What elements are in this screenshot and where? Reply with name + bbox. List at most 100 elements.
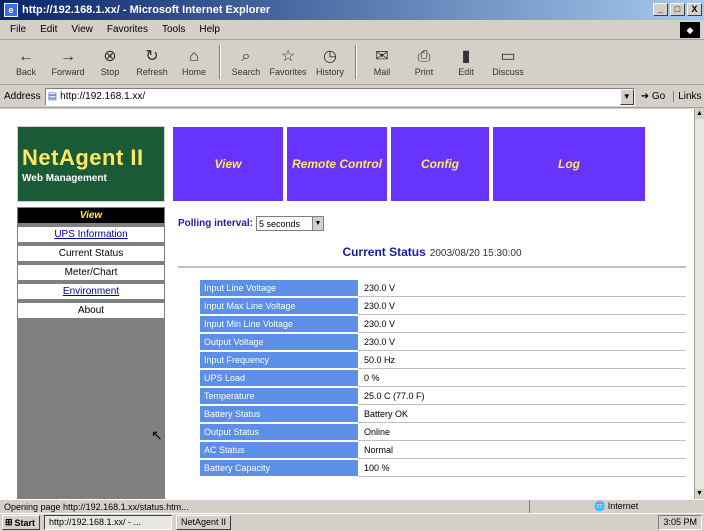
left-nav-panel: View UPS Information Current Status Mete… xyxy=(17,207,165,499)
toolbar-separator xyxy=(219,45,221,79)
scroll-up-icon[interactable]: ▲ xyxy=(695,109,704,119)
forward-button[interactable]: → Forward xyxy=(48,41,88,83)
divider xyxy=(178,266,686,268)
topnav-view[interactable]: View xyxy=(172,126,284,202)
menu-help[interactable]: Help xyxy=(199,24,220,35)
leftnav-ups-information[interactable]: UPS Information xyxy=(17,226,165,243)
vertical-scrollbar[interactable]: ▲ ▼ xyxy=(694,109,704,499)
leftnav-current-status[interactable]: Current Status xyxy=(17,245,165,262)
row-value: 230.0 V xyxy=(358,298,686,315)
system-tray-clock: 3:05 PM xyxy=(658,515,702,530)
title-bar: e http://192.168.1.xx/ - Microsoft Inter… xyxy=(0,0,704,20)
status-bar: Opening page http://192.168.1.xx/status.… xyxy=(0,499,704,514)
internet-zone: 🌐 Internet xyxy=(594,501,639,511)
row-label: Output Status xyxy=(200,424,358,441)
page-content: NetAgent II Web Management View Remote C… xyxy=(0,109,694,499)
row-label: Input Line Voltage xyxy=(200,280,358,297)
taskbar-ie-window[interactable]: http://192.168.1.xx/ - ... xyxy=(44,515,172,530)
row-label: Output Voltage xyxy=(200,334,358,351)
search-button[interactable]: ⌕ Search xyxy=(226,41,266,83)
taskbar-netagent-window[interactable]: NetAgent II xyxy=(176,515,232,530)
table-row: Input Min Line Voltage 230.0 V xyxy=(200,316,686,333)
table-row: Output Voltage 230.0 V xyxy=(200,334,686,351)
back-button[interactable]: ← Back xyxy=(6,41,46,83)
table-row: Battery Capacity 100 % xyxy=(200,460,686,477)
row-label: Battery Status xyxy=(200,406,358,423)
table-row: Input Line Voltage 230.0 V xyxy=(200,280,686,297)
menu-tools[interactable]: Tools xyxy=(162,24,185,35)
home-icon: ⌂ xyxy=(189,48,199,65)
scroll-down-icon[interactable]: ▼ xyxy=(695,489,704,499)
stop-icon: ⊗ xyxy=(103,48,117,65)
table-row: UPS Load 0 % xyxy=(200,370,686,387)
mail-icon: ✉ xyxy=(375,48,389,65)
row-value: 50.0 Hz xyxy=(358,352,686,369)
row-value: Online xyxy=(358,424,686,441)
leftnav-about[interactable]: About xyxy=(17,302,165,319)
row-value: 230.0 V xyxy=(358,280,686,297)
print-icon: ⎙ xyxy=(417,48,431,65)
status-title: Current Status xyxy=(342,245,426,259)
row-value: 0 % xyxy=(358,370,686,387)
favorites-button[interactable]: ☆ Favorites xyxy=(268,41,308,83)
print-button[interactable]: ⎙ Print xyxy=(404,41,444,83)
menu-file[interactable]: File xyxy=(10,24,26,35)
topnav-config[interactable]: Config xyxy=(390,126,490,202)
row-label: Input Frequency xyxy=(200,352,358,369)
address-value: http://192.168.1.xx/ xyxy=(60,91,146,102)
row-value: 230.0 V xyxy=(358,316,686,333)
leftnav-meter-chart[interactable]: Meter/Chart xyxy=(17,264,165,281)
discuss-button[interactable]: ▭ Discuss xyxy=(488,41,528,83)
leftnav-view[interactable]: View xyxy=(17,207,165,224)
table-row: Temperature 25.0 C (77.0 F) xyxy=(200,388,686,405)
window-title: http://192.168.1.xx/ - Microsoft Interne… xyxy=(22,4,271,16)
polling-interval: Polling interval: 5 seconds ▼ xyxy=(178,216,325,231)
refresh-icon: ↻ xyxy=(145,48,159,65)
status-datetime: 2003/08/20 15:30:00 xyxy=(429,248,522,259)
table-row: Input Max Line Voltage 230.0 V xyxy=(200,298,686,315)
edit-icon: ▮ xyxy=(461,48,471,65)
row-label: Input Min Line Voltage xyxy=(200,316,358,333)
history-icon: ◷ xyxy=(323,48,337,65)
row-label: Input Max Line Voltage xyxy=(200,298,358,315)
leftnav-environment[interactable]: Environment xyxy=(17,283,165,300)
row-label: UPS Load xyxy=(200,370,358,387)
row-label: Battery Capacity xyxy=(200,460,358,477)
back-arrow-icon: ← xyxy=(18,48,34,65)
mouse-cursor-icon: ↖ xyxy=(151,427,163,443)
maximize-button[interactable]: □ xyxy=(670,3,685,16)
table-row: Battery Status Battery OK xyxy=(200,406,686,423)
home-button[interactable]: ⌂ Home xyxy=(174,41,214,83)
history-button[interactable]: ◷ History xyxy=(310,41,350,83)
refresh-button[interactable]: ↻ Refresh xyxy=(132,41,172,83)
row-label: AC Status xyxy=(200,442,358,459)
go-button[interactable]: ➜ Go xyxy=(641,91,666,102)
address-dropdown-icon[interactable]: ▼ xyxy=(619,88,634,105)
stop-button[interactable]: ⊗ Stop xyxy=(90,41,130,83)
menu-edit[interactable]: Edit xyxy=(40,24,57,35)
links-button[interactable]: Links xyxy=(673,91,702,102)
standard-toolbar: ← Back → Forward ⊗ Stop ↻ Refresh ⌂ Home ⌕ Sea… xyxy=(0,41,704,85)
address-input[interactable]: ▤ http://192.168.1.xx/ ▼ xyxy=(44,87,635,106)
row-value: Normal xyxy=(358,442,686,459)
menu-view[interactable]: View xyxy=(71,24,93,35)
menu-bar: File Edit View Favorites Tools Help xyxy=(0,20,704,40)
topnav-log[interactable]: Log xyxy=(492,126,646,202)
ie-icon: e xyxy=(4,3,18,17)
mail-button[interactable]: ✉ Mail xyxy=(362,41,402,83)
edit-button[interactable]: ▮ Edit xyxy=(446,41,486,83)
polling-select[interactable]: 5 seconds ▼ xyxy=(256,216,325,231)
minimize-button[interactable]: _ xyxy=(653,3,668,16)
toolbar-separator xyxy=(355,45,357,79)
menu-favorites[interactable]: Favorites xyxy=(107,24,148,35)
discuss-icon: ▭ xyxy=(500,48,516,65)
topnav-remote-control[interactable]: Remote Control xyxy=(286,126,388,202)
search-icon: ⌕ xyxy=(241,48,251,65)
table-row: AC Status Normal xyxy=(200,442,686,459)
netagent-logo: NetAgent II Web Management xyxy=(17,126,165,202)
logo-brand: NetAgent II xyxy=(22,144,144,170)
close-button[interactable]: X xyxy=(687,3,702,16)
start-button[interactable]: ⊞ Start xyxy=(2,515,40,530)
browser-window: e http://192.168.1.xx/ - Microsoft Inter… xyxy=(0,0,704,531)
windows-logo-icon: ◆ xyxy=(680,22,700,38)
